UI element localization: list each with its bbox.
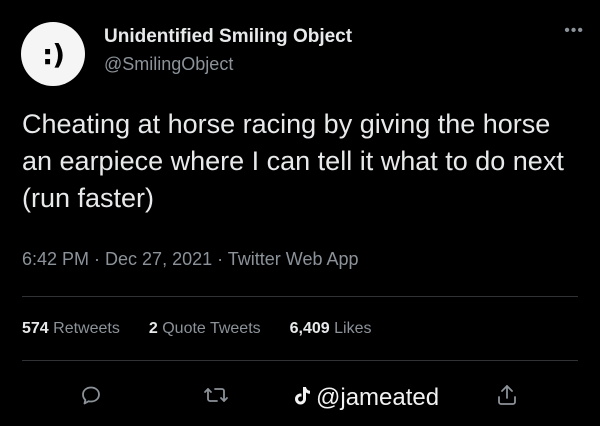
divider — [22, 360, 578, 361]
retweet-icon[interactable] — [203, 383, 229, 412]
display-name[interactable]: Unidentified Smiling Object — [104, 26, 352, 48]
reply-icon[interactable] — [79, 383, 103, 412]
user-handle[interactable]: @SmilingObject — [104, 54, 233, 75]
tweet-stats: 574 Retweets 2 Quote Tweets 6,409 Likes — [22, 320, 401, 338]
likes-count: 6,409 — [289, 320, 330, 337]
share-icon[interactable] — [495, 383, 519, 412]
more-options-icon[interactable]: ••• — [564, 22, 584, 40]
retweets-stat[interactable]: 574 Retweets — [22, 320, 120, 338]
action-bar — [0, 383, 600, 419]
quote-tweets-count: 2 — [148, 320, 158, 337]
likes-stat[interactable]: 6,409 Likes — [290, 320, 372, 338]
like-icon[interactable] — [292, 385, 312, 412]
retweets-label: Retweets — [53, 320, 120, 337]
tweet-text: Cheating at horse racing by giving the h… — [22, 109, 564, 213]
likes-label: Likes — [334, 320, 372, 337]
divider — [22, 296, 578, 297]
tiktok-watermark: @jameated — [316, 384, 440, 411]
tweet-meta: 6:42 PM · Dec 27, 2021 · Twitter Web App — [22, 249, 359, 269]
avatar-text: :) — [42, 37, 65, 71]
quote-tweets-stat[interactable]: 2 Quote Tweets — [149, 320, 261, 338]
avatar[interactable]: :) — [21, 22, 85, 86]
retweets-count: 574 — [22, 320, 49, 337]
quote-tweets-label: Quote Tweets — [162, 320, 261, 337]
